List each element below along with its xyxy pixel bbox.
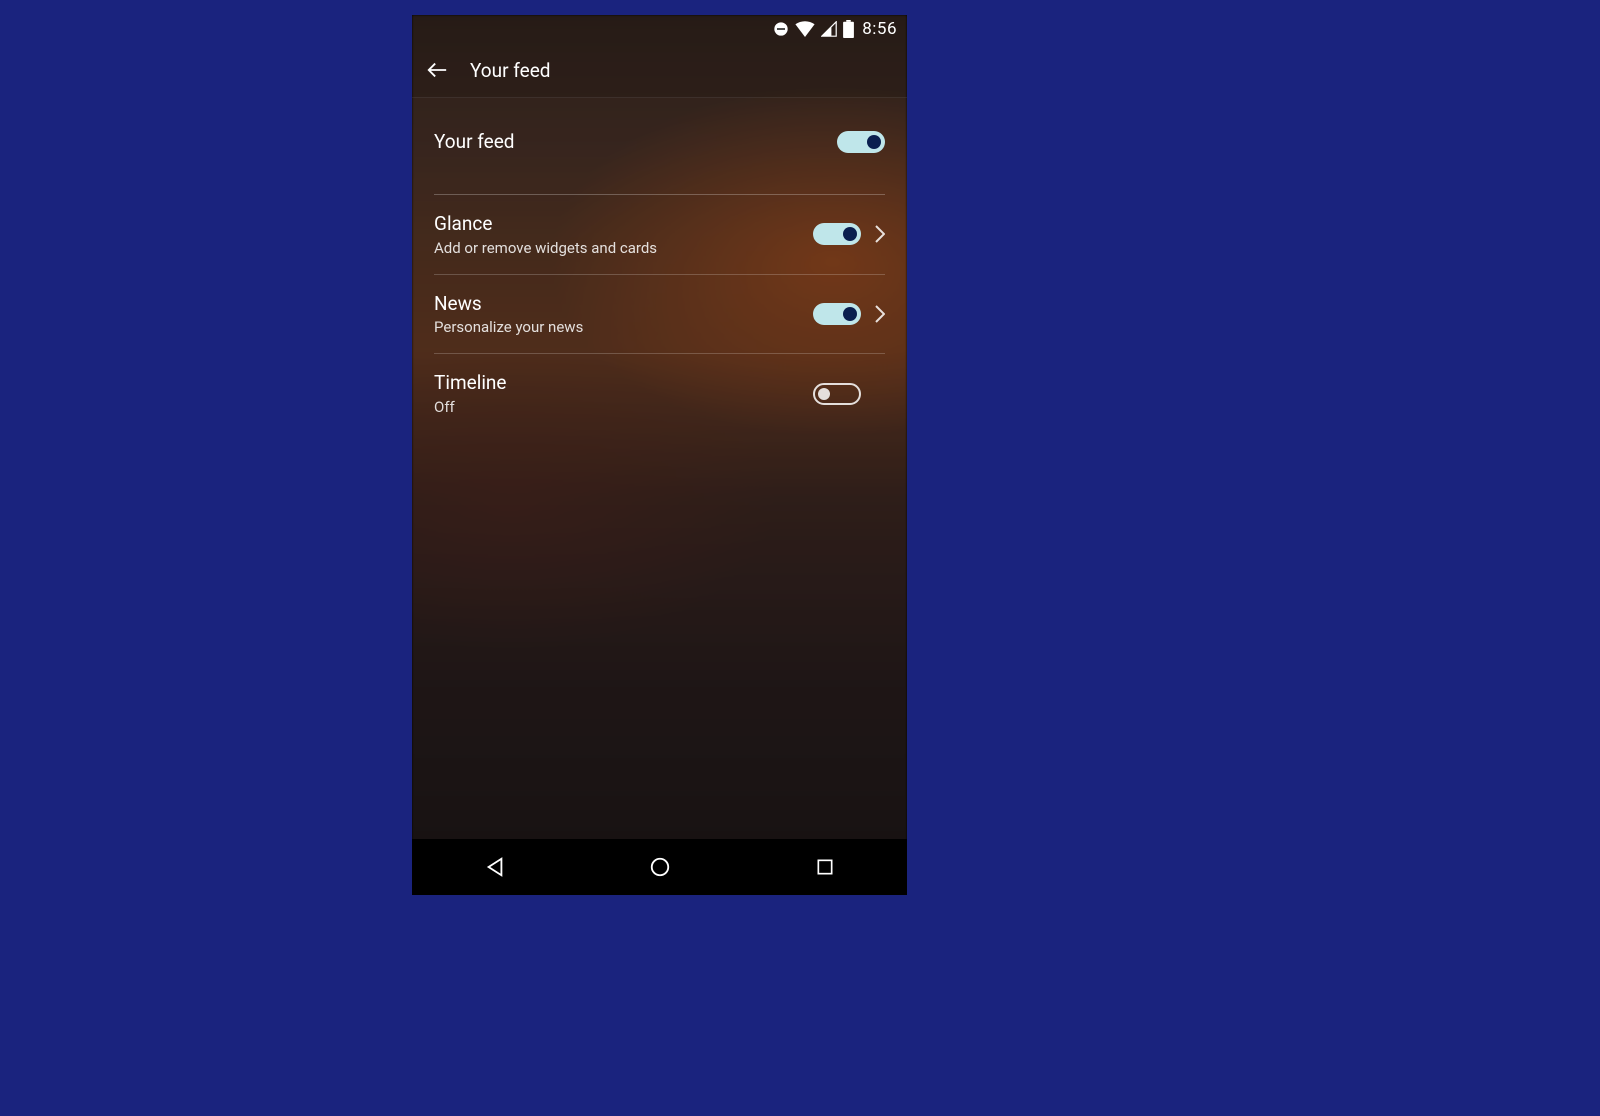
row-timeline[interactable]: Timeline Off: [434, 354, 885, 433]
row-glance-text: Glance Add or remove widgets and cards: [434, 212, 813, 257]
nav-back-button[interactable]: [465, 856, 525, 878]
feed-master-label: Your feed: [434, 130, 515, 154]
chevron-right-icon[interactable]: [875, 225, 885, 243]
row-timeline-title: Timeline: [434, 371, 813, 395]
feed-master-row: Your feed: [434, 98, 885, 195]
nav-home-button[interactable]: [630, 856, 690, 878]
clock: 8:56: [862, 19, 897, 39]
nav-recent-button[interactable]: [795, 857, 855, 877]
dnd-icon: [773, 21, 789, 37]
wifi-icon: [795, 21, 815, 37]
glance-toggle[interactable]: [813, 223, 861, 245]
row-timeline-controls: [813, 383, 885, 405]
feed-master-toggle[interactable]: [837, 131, 885, 153]
row-news-title: News: [434, 292, 813, 316]
row-glance-title: Glance: [434, 212, 813, 236]
row-timeline-subtitle: Off: [434, 398, 813, 416]
row-news[interactable]: News Personalize your news: [434, 275, 885, 355]
page-title: Your feed: [470, 59, 551, 82]
content: Your feed Glance Add or remove widgets a…: [412, 98, 907, 433]
status-bar: 8:56: [412, 15, 907, 43]
chevron-right-icon[interactable]: [875, 305, 885, 323]
row-glance-subtitle: Add or remove widgets and cards: [434, 239, 813, 257]
back-button[interactable]: [426, 59, 448, 81]
nav-bar: [412, 839, 907, 895]
row-news-text: News Personalize your news: [434, 292, 813, 337]
row-timeline-text: Timeline Off: [434, 371, 813, 416]
battery-icon: [843, 20, 854, 38]
signal-icon: [821, 21, 837, 37]
row-glance-controls: [813, 223, 885, 245]
row-news-subtitle: Personalize your news: [434, 318, 813, 336]
phone-frame: 8:56 Your feed Your feed Glance Add or r…: [412, 15, 907, 895]
row-glance[interactable]: Glance Add or remove widgets and cards: [434, 195, 885, 275]
timeline-toggle[interactable]: [813, 383, 861, 405]
row-news-controls: [813, 303, 885, 325]
news-toggle[interactable]: [813, 303, 861, 325]
app-bar: Your feed: [412, 43, 907, 98]
